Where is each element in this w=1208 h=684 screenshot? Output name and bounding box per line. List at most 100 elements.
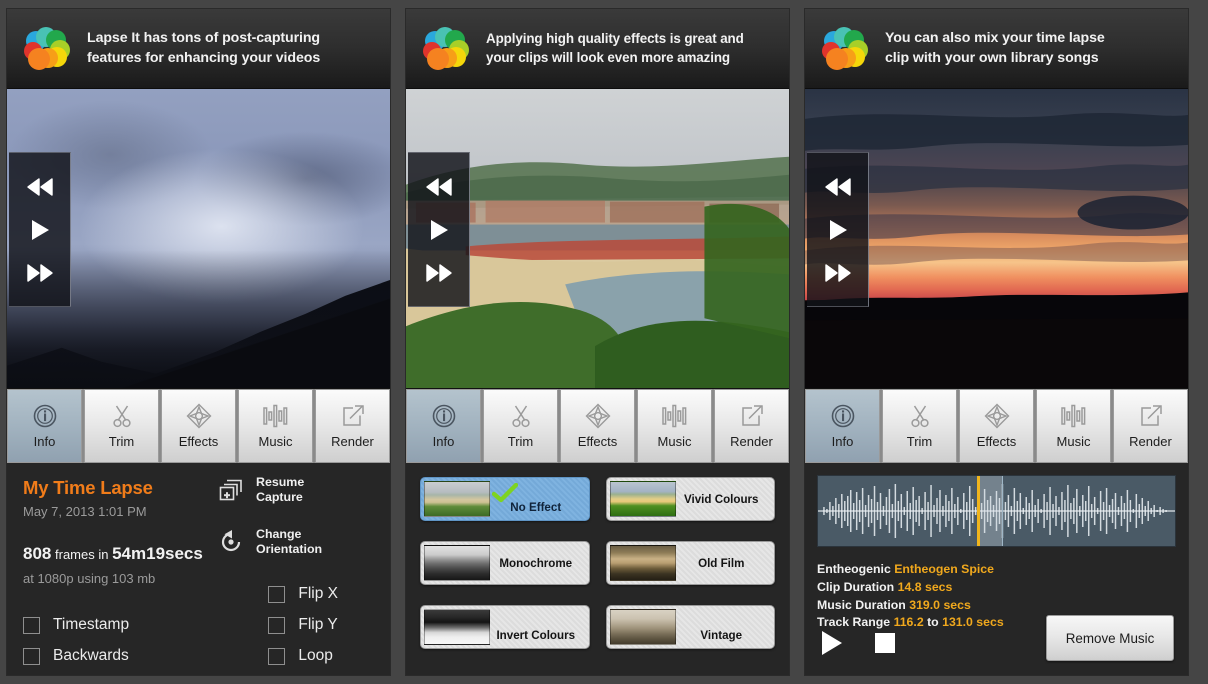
effect-label: Monochrome (499, 556, 573, 570)
play-icon[interactable] (819, 629, 845, 657)
tab-music[interactable]: Music (1036, 389, 1111, 463)
tab-label: Info (831, 434, 854, 449)
tab-effects[interactable]: Effects (161, 389, 236, 463)
checkbox-flip-x[interactable] (268, 585, 286, 603)
stop-icon[interactable] (873, 631, 897, 655)
video-preview-music[interactable] (805, 89, 1188, 389)
clip-duration-label: Clip Duration (817, 579, 895, 594)
action-line1: Change (256, 527, 302, 542)
tab-label: Music (1056, 434, 1091, 449)
waveform-selection-handle[interactable] (976, 476, 1003, 546)
tab-music[interactable]: Music (238, 389, 313, 463)
action-line2: Orientation (256, 542, 323, 557)
playback-controls-effects (408, 152, 470, 307)
remove-music-button[interactable]: Remove Music (1046, 615, 1174, 661)
effect-item-vintage[interactable]: Vintage (605, 605, 775, 649)
tab-effects[interactable]: Effects (560, 389, 635, 463)
export-arrow-icon (340, 403, 366, 429)
effect-item-invert-colours[interactable]: Invert Colours (420, 605, 590, 649)
playback-controls-music (807, 152, 869, 307)
tab-info[interactable]: Info (7, 389, 82, 463)
artist-name: Entheogenic (817, 562, 891, 576)
checkbox-backwards[interactable] (23, 647, 40, 665)
app-root: Lapse It has tons of post-capturing feat… (0, 0, 1208, 684)
effects-pane: No Effect Vivid Colours Monochrome Old F… (406, 463, 789, 675)
music-duration-line: Music Duration 319.0 secs (817, 597, 1176, 615)
change-orientation-button[interactable]: Change Orientation (218, 527, 376, 557)
play-icon[interactable] (424, 218, 454, 242)
tab-label: Trim (108, 434, 135, 449)
frame-count: 808 (23, 544, 52, 563)
tab-label: Info (33, 434, 56, 449)
play-icon[interactable] (823, 218, 853, 242)
effect-label: Old Film (698, 556, 745, 570)
checkbox-loop[interactable] (268, 647, 286, 665)
info-circle-icon (830, 403, 856, 429)
effect-item-no-effect[interactable]: No Effect (420, 477, 590, 521)
checkbox-row-backwards[interactable]: Backwards (23, 647, 129, 665)
tab-label: Music (258, 434, 293, 449)
frames-word: frames in (55, 547, 109, 562)
effect-item-monochrome[interactable]: Monochrome (420, 541, 590, 585)
tab-render[interactable]: Render (315, 389, 390, 463)
effect-label: Invert Colours (496, 628, 576, 642)
equalizer-bars-icon (262, 403, 290, 429)
tab-trim[interactable]: Trim (882, 389, 957, 463)
lapse-it-flower-logo-icon (416, 20, 474, 78)
effect-thumbnail (609, 481, 676, 517)
rewind-icon[interactable] (424, 175, 454, 199)
equalizer-bars-icon (661, 403, 689, 429)
rewind-icon[interactable] (25, 175, 55, 199)
checkbox-label: Flip X (298, 585, 338, 602)
checkbox-timestamp[interactable] (23, 616, 40, 634)
tab-music[interactable]: Music (637, 389, 712, 463)
track-line: Entheogenic Entheogen Spice (817, 561, 1176, 579)
tab-info[interactable]: Info (805, 389, 880, 463)
resume-capture-button[interactable]: Resume Capture (218, 475, 376, 505)
scissors-icon (907, 403, 933, 429)
checkbox-row-loop[interactable]: Loop (268, 647, 338, 665)
checkbox-row-flip-y[interactable]: Flip Y (268, 616, 338, 634)
compass-star-icon (585, 403, 611, 429)
tab-label: Trim (906, 434, 933, 449)
music-duration-value: 319.0 secs (909, 597, 971, 612)
banner-line2: clip with your own library songs (885, 49, 1099, 66)
play-icon[interactable] (25, 218, 55, 242)
tab-info[interactable]: Info (406, 389, 481, 463)
compass-star-icon (984, 403, 1010, 429)
checkbox-row-timestamp[interactable]: Timestamp (23, 616, 129, 634)
banner-line1: You can also mix your time lapse (885, 29, 1105, 46)
add-frames-icon (218, 477, 244, 503)
music-duration-label: Music Duration (817, 597, 906, 612)
lapse-it-flower-logo-icon (815, 20, 873, 78)
tab-effects[interactable]: Effects (959, 389, 1034, 463)
audio-waveform[interactable] (817, 475, 1176, 547)
rewind-icon[interactable] (823, 175, 853, 199)
tab-trim[interactable]: Trim (483, 389, 558, 463)
lapse-it-flower-logo-icon (17, 20, 75, 78)
action-line1: Resume (256, 475, 305, 489)
tab-render[interactable]: Render (1113, 389, 1188, 463)
checkbox-flip-y[interactable] (268, 616, 286, 634)
rotate-orientation-icon (218, 529, 244, 555)
banner-text: Lapse It has tons of post-capturing feat… (87, 29, 320, 68)
video-preview-effects[interactable] (406, 89, 789, 389)
checkbox-row-flip-x[interactable]: Flip X (268, 585, 338, 603)
banner-text: Applying high quality effects is great a… (486, 30, 744, 67)
action-line2: Capture (256, 490, 303, 505)
tab-label: Effects (577, 434, 618, 449)
fast-forward-icon[interactable] (823, 261, 853, 285)
export-arrow-icon (1138, 403, 1164, 429)
banner-line2: your clips will look even more amazing (486, 49, 730, 65)
tab-render[interactable]: Render (714, 389, 789, 463)
effect-item-vivid-colours[interactable]: Vivid Colours (605, 477, 775, 521)
effect-item-old-film[interactable]: Old Film (605, 541, 775, 585)
info-circle-icon (32, 403, 58, 429)
checkbox-column-right: Flip X Flip Y Loop (268, 572, 338, 665)
fast-forward-icon[interactable] (25, 261, 55, 285)
video-preview-info[interactable] (7, 89, 390, 389)
fast-forward-icon[interactable] (424, 261, 454, 285)
tab-trim[interactable]: Trim (84, 389, 159, 463)
resume-capture-label: Resume Capture (256, 475, 304, 505)
clip-duration-value: 14.8 secs (897, 579, 953, 594)
